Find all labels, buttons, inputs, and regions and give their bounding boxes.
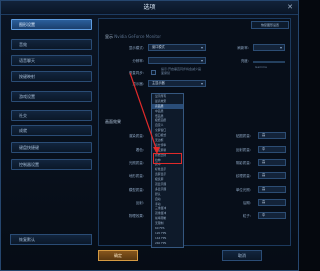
reset-defaults-button[interactable]: 恢复默认 (10, 234, 92, 245)
nav-item-graphics[interactable]: 图形设置 (11, 19, 92, 30)
refresh-rate-select[interactable]: ▾ (253, 44, 285, 51)
nav-item-voice[interactable]: 语音聊天 (11, 55, 92, 66)
annotation-highlight-box (153, 153, 182, 164)
quality-right-select-1[interactable]: 中 (258, 146, 286, 153)
quality-right-select-6[interactable]: 中 (258, 212, 286, 219)
quality-right-label-6: 粒子: (242, 214, 251, 218)
cancel-button[interactable]: 取消 (222, 250, 262, 261)
display-title: 显示 (105, 34, 113, 39)
refresh-rate-label: 刷新率: (237, 46, 249, 50)
quality-label-4: 模型质量: (128, 188, 144, 192)
nav-item-hotkeys[interactable]: 键盘快捷键 (11, 142, 92, 153)
nav-item-controller[interactable]: 控制器设置 (11, 159, 92, 170)
annotation-arrow (129, 72, 160, 154)
options-window: 选项 ✕ 图形设置 音效 语音聊天 按键映射 游戏设置 社交 成就 键盘快捷键 … (0, 0, 299, 271)
close-icon[interactable]: ✕ (287, 1, 293, 14)
chevron-down-icon: ▾ (200, 58, 203, 63)
quality-right-select-3[interactable]: 高 (258, 172, 286, 179)
nav-item-achievements[interactable]: 成就 (11, 125, 92, 136)
display-mode-value: 窗口模式 (152, 45, 165, 49)
nav-item-keymap[interactable]: 按键映射 (11, 71, 92, 82)
quality-right-select-4[interactable]: 高 (258, 186, 286, 193)
chevron-down-icon: ▾ (200, 45, 203, 50)
title-bar: 选项 ✕ (1, 1, 298, 15)
nav-item-social[interactable]: 社交 (11, 110, 92, 121)
display-mode-select[interactable]: 窗口模式 ▾ (148, 44, 206, 51)
quality-right-label-3: 纹理质量: (235, 174, 251, 178)
quality-label-6: 物理效果: (128, 214, 144, 218)
quality-right-select-5[interactable]: 高 (258, 199, 286, 206)
gamma-hint: Gamma (255, 65, 267, 69)
quality-label-3: 地形质量: (128, 174, 144, 178)
ok-button[interactable]: 确定 (98, 250, 138, 261)
quality-right-select-0[interactable]: 高 (258, 132, 286, 139)
resolution-select[interactable]: ▾ (148, 57, 206, 64)
quality-right-select-2[interactable]: 高 (258, 159, 286, 166)
chevron-down-icon: ▾ (200, 81, 203, 86)
nav-item-game[interactable]: 游戏设置 (11, 91, 92, 102)
brightness-label: 亮度: (240, 59, 249, 63)
quality-label-2: 光照质量: (128, 161, 144, 165)
quality-right-label-4: 单位光照: (235, 188, 251, 192)
nav-item-sound[interactable]: 音效 (11, 39, 92, 50)
quality-right-label-5: 后期: (242, 201, 251, 205)
quality-label-5: 反射: (135, 201, 144, 205)
display-section-title: 显示 Nvidia GeForce Monitor (105, 34, 161, 40)
display-subtitle: Nvidia GeForce Monitor (114, 34, 161, 39)
reset-graphics-button[interactable]: 恢复图形设置 (251, 21, 289, 29)
chevron-down-icon: ▾ (279, 45, 282, 50)
brightness-slider[interactable] (253, 61, 285, 63)
display-mode-label: 显示模式: (128, 46, 144, 50)
dropdown-option[interactable]: 240 FPS (152, 241, 183, 246)
resolution-label: 分辨率: (132, 59, 144, 63)
quality-right-label-0: 贴图质量: (235, 134, 251, 138)
quality-right-label-1: 反射质量: (235, 148, 251, 152)
vsync-hint: 提示:开启垂直同步将会减少画面撕裂 (161, 67, 202, 75)
window-title: 选项 (143, 4, 156, 11)
quality-right-label-2: 阴影质量: (235, 161, 251, 165)
quality-section-title: 画面效果 (105, 119, 121, 124)
